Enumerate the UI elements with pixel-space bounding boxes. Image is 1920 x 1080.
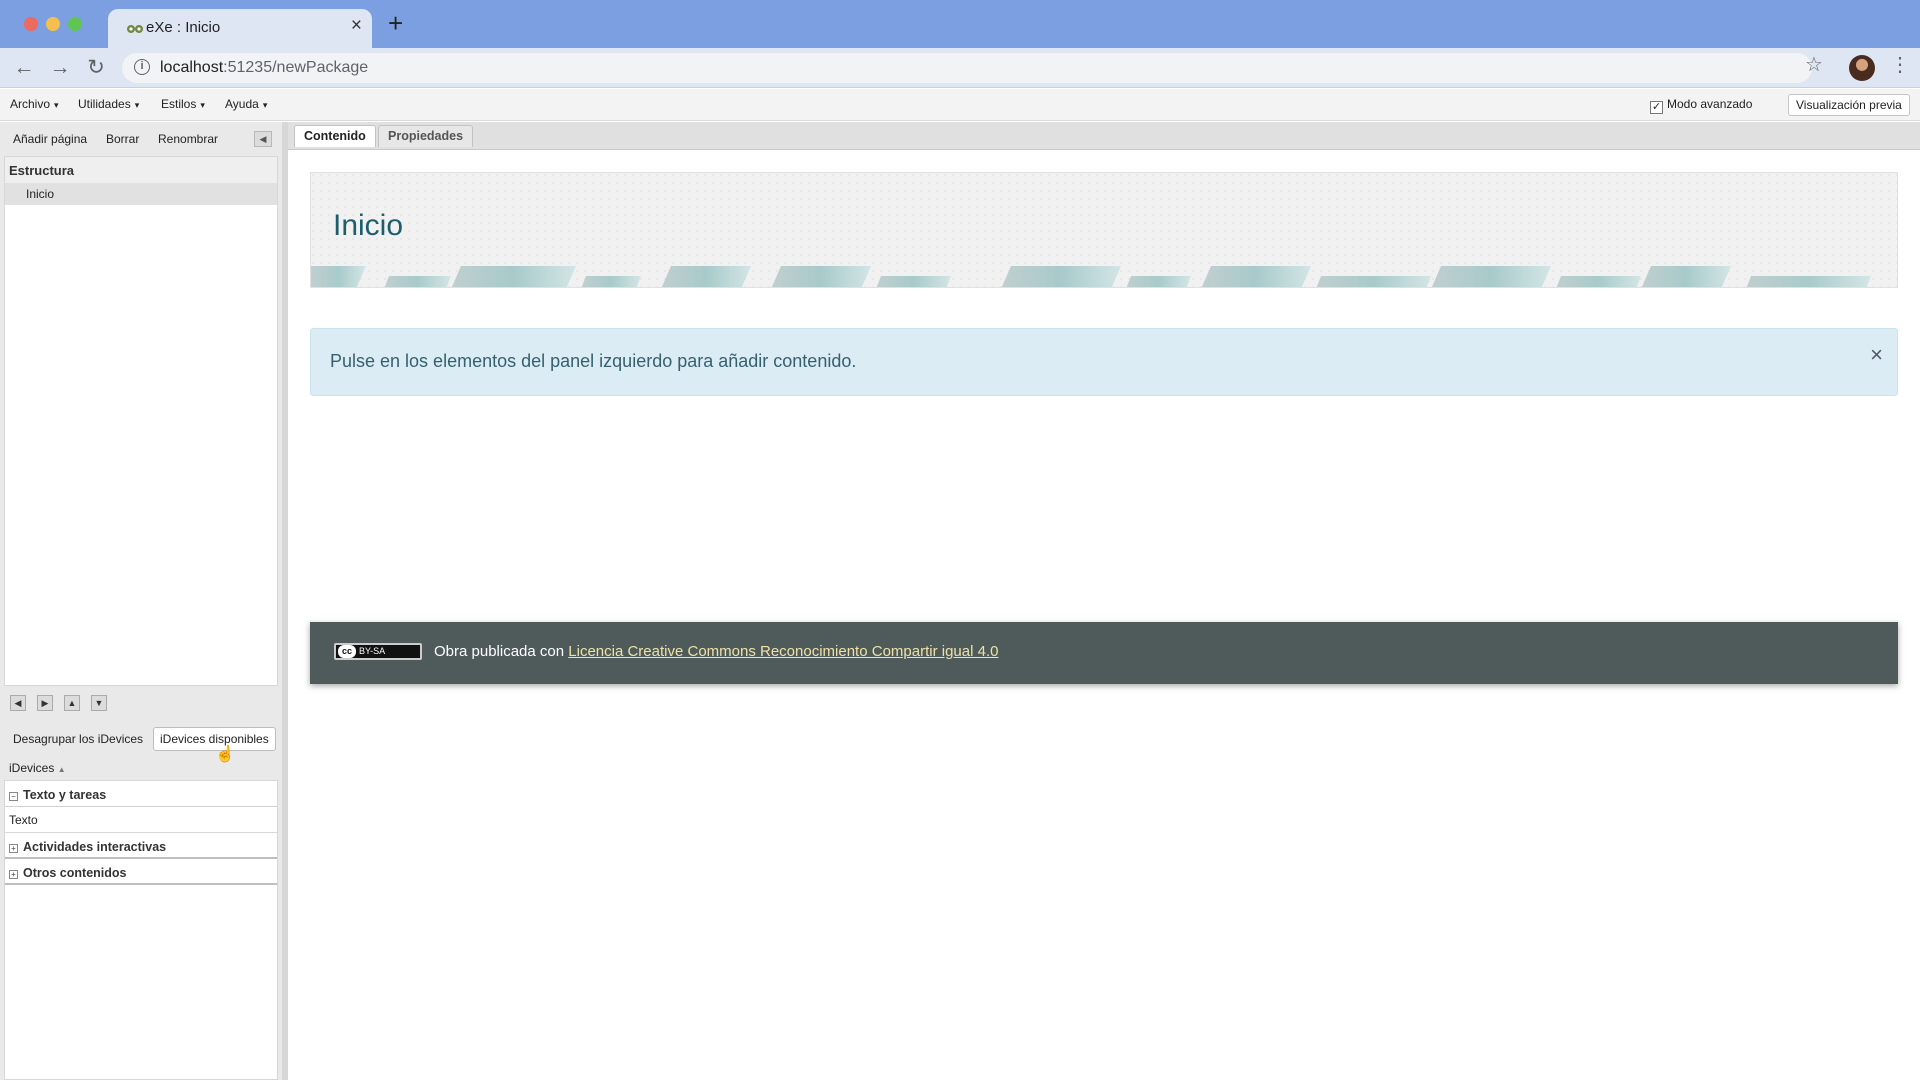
move-right-icon[interactable]: ▶: [37, 695, 53, 711]
maximize-window-button[interactable]: [68, 17, 82, 31]
move-up-icon[interactable]: ▲: [64, 695, 80, 711]
category-actividades-interactivas[interactable]: + Actividades interactivas: [5, 833, 277, 859]
tab-title: eXe : Inicio: [146, 19, 221, 36]
cc-logo-text: cc: [338, 645, 356, 658]
exe-favicon-icon: [127, 25, 143, 33]
idevice-texto[interactable]: Texto: [5, 807, 277, 833]
new-tab-icon[interactable]: +: [388, 10, 403, 36]
page-header: Inicio: [310, 172, 1898, 288]
structure-toolbar: Añadir página Borrar Renombrar ◀: [0, 122, 282, 156]
menu-archivo[interactable]: Archivo: [10, 97, 59, 111]
minimize-window-button[interactable]: [46, 17, 60, 31]
license-badge-text: BY-SA: [359, 646, 386, 656]
alert-text: Pulse en los elementos del panel izquier…: [330, 351, 857, 371]
category-label: Otros contenidos: [23, 866, 127, 880]
move-down-icon[interactable]: ▼: [91, 695, 107, 711]
collapse-minus-icon[interactable]: −: [9, 792, 18, 801]
footer-text: Obra publicada con Licencia Creative Com…: [434, 643, 998, 660]
expand-plus-icon[interactable]: +: [9, 844, 18, 853]
page-title: Inicio: [333, 209, 404, 242]
sort-up-icon: ▲: [57, 765, 66, 774]
expand-plus-icon[interactable]: +: [9, 870, 18, 879]
rename-page-button[interactable]: Renombrar: [158, 132, 218, 146]
browser-titlebar: eXe : Inicio × +: [0, 0, 1920, 48]
preview-button[interactable]: Visualización previa: [1788, 94, 1910, 116]
cc-license-badge: cc BY-SA: [334, 643, 422, 660]
content-tabs: Contenido Propiedades: [288, 122, 1920, 150]
browser-menu-icon[interactable]: ⋮: [1890, 52, 1910, 77]
menu-utilidades[interactable]: Utilidades: [78, 97, 139, 111]
category-label: Actividades interactivas: [23, 840, 167, 854]
reload-icon[interactable]: ↻: [82, 54, 110, 82]
ungroup-idevices-tab[interactable]: Desagrupar los iDevices: [6, 727, 150, 751]
content-area: Inicio Pulse en los elementos del panel …: [288, 150, 1920, 1080]
idevice-tabs: Desagrupar los iDevices iDevices disponi…: [0, 720, 282, 754]
structure-title: Estructura: [5, 157, 277, 183]
structure-tree: Estructura Inicio: [4, 156, 278, 686]
advanced-mode-toggle[interactable]: ✓ Modo avanzado: [1650, 97, 1752, 114]
hand-pointer-icon: ☝: [215, 746, 235, 763]
bookmark-star-icon[interactable]: ☆: [1805, 52, 1823, 77]
url-path: :51235/newPackage: [223, 59, 369, 76]
tab-propiedades[interactable]: Propiedades: [378, 125, 474, 147]
node-move-bar: ◀ ▶ ▲ ▼: [0, 688, 282, 718]
add-page-button[interactable]: Añadir página: [13, 132, 87, 146]
profile-avatar[interactable]: [1849, 55, 1875, 81]
back-arrow-icon[interactable]: ←: [10, 54, 38, 82]
forward-arrow-icon[interactable]: →: [46, 54, 74, 82]
collapse-panel-icon[interactable]: ◀: [254, 131, 272, 147]
footer-prefix: Obra publicada con: [434, 643, 565, 660]
address-bar[interactable]: i localhost:51235/newPackage: [122, 53, 1812, 83]
tree-item-inicio[interactable]: Inicio: [5, 183, 277, 205]
advanced-mode-checkbox[interactable]: ✓: [1650, 101, 1663, 114]
url-text: localhost:51235/newPackage: [160, 59, 368, 77]
category-otros-contenidos[interactable]: + Otros contenidos: [5, 859, 277, 885]
category-label: Texto y tareas: [23, 788, 107, 802]
license-link[interactable]: Licencia Creative Commons Reconocimiento…: [568, 643, 998, 660]
idevices-list: − Texto y tareas Texto + Actividades inter…: [4, 780, 278, 1080]
license-footer: cc BY-SA Obra publicada con Licencia Crea…: [310, 622, 1898, 684]
url-host: localhost: [160, 59, 224, 76]
category-texto-y-tareas[interactable]: − Texto y tareas: [5, 781, 277, 807]
tab-contenido[interactable]: Contenido: [294, 125, 376, 147]
info-alert: Pulse en los elementos del panel izquier…: [310, 328, 1898, 396]
left-panel: Añadir página Borrar Renombrar ◀ Estruct…: [0, 122, 282, 1080]
move-left-icon[interactable]: ◀: [10, 695, 26, 711]
browser-tab[interactable]: eXe : Inicio ×: [108, 9, 372, 48]
app-menubar: Archivo Utilidades Estilos Ayuda ✓ Modo a…: [0, 89, 1920, 121]
close-tab-icon[interactable]: ×: [351, 16, 362, 36]
menu-estilos[interactable]: Estilos: [161, 97, 205, 111]
browser-toolbar: ← → ↻ i localhost:51235/newPackage ☆ ⋮: [0, 48, 1920, 88]
idevices-header-label: iDevices: [9, 761, 55, 775]
menu-ayuda[interactable]: Ayuda: [225, 97, 267, 111]
close-alert-icon[interactable]: ×: [1870, 342, 1883, 368]
delete-page-button[interactable]: Borrar: [106, 132, 139, 146]
idevices-header[interactable]: iDevices ▲: [0, 757, 282, 779]
header-pattern: [311, 173, 1897, 287]
site-info-icon[interactable]: i: [134, 59, 150, 75]
close-window-button[interactable]: [24, 17, 38, 31]
advanced-mode-label: Modo avanzado: [1667, 97, 1753, 111]
